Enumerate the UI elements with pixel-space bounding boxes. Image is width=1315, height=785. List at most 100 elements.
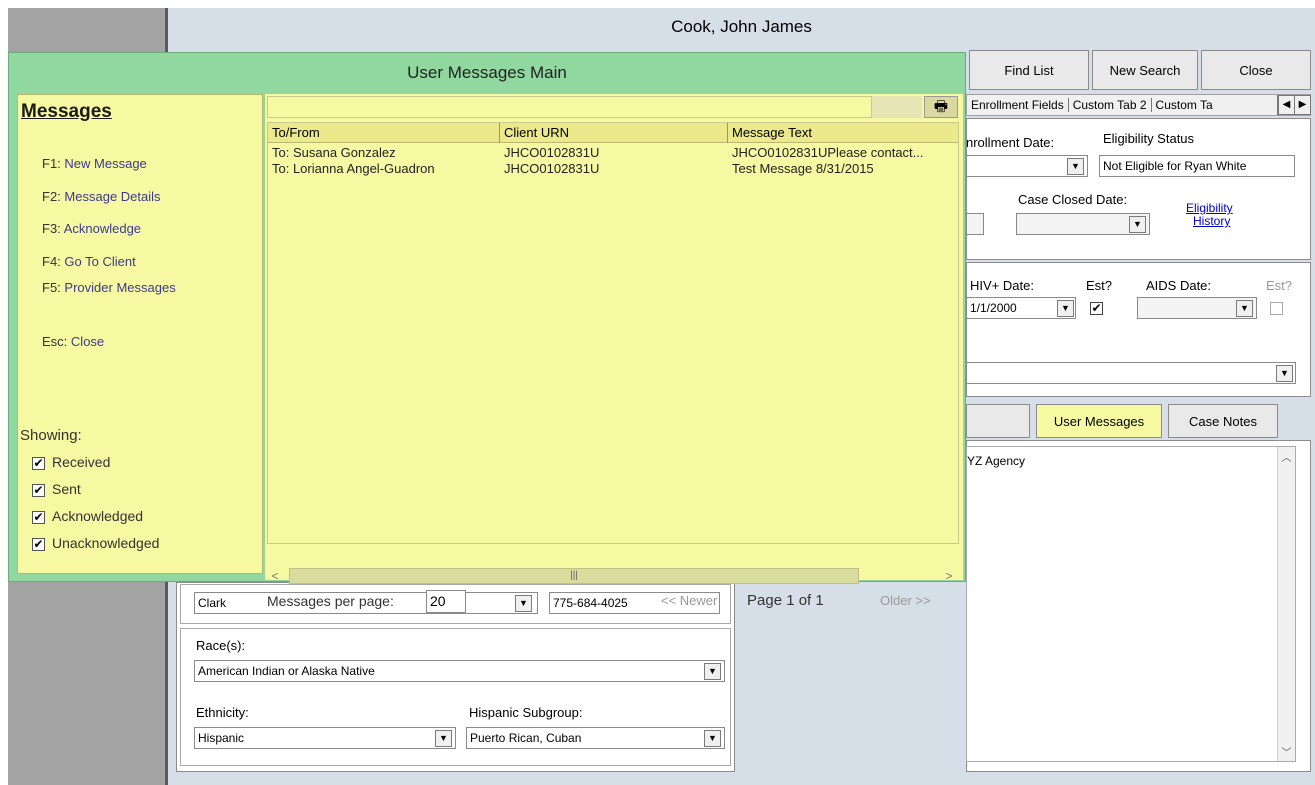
filter-unacknowledged-label: Unacknowledged — [52, 535, 160, 551]
tab-right-arrow-icon[interactable]: ▶ — [1294, 96, 1310, 114]
menu-label-message-details: Message Details — [64, 189, 161, 204]
tab-custom-tab-2[interactable]: Custom Tab 2 — [1068, 98, 1152, 112]
notes-tab-blank[interactable] — [966, 404, 1030, 438]
print-button[interactable]: 🖶 — [924, 96, 958, 118]
menu-new-message[interactable]: F1: New Message — [42, 156, 147, 171]
scroll-thumb[interactable]: ||| — [289, 568, 859, 584]
older-link[interactable]: Older >> — [880, 593, 931, 608]
ethnicity-field[interactable]: Hispanic — [194, 727, 456, 749]
messages-menu-pane: Messages F1: New Message F2: Message Det… — [17, 94, 263, 574]
menu-acknowledge[interactable]: F3: Acknowledge — [42, 221, 141, 236]
menu-key-f1: F1: — [42, 156, 61, 171]
menu-close[interactable]: Esc: Close — [42, 334, 104, 349]
scroll-right-icon[interactable]: > — [941, 568, 957, 584]
hiv-est-checkbox[interactable]: ✔ — [1090, 302, 1103, 315]
menu-key-f3: F3: — [42, 221, 61, 236]
notes-scrollbar[interactable]: ︿ ﹀ — [1277, 447, 1295, 761]
filter-acknowledged-label: Acknowledged — [52, 508, 144, 524]
case-closed-date-dropdown-icon[interactable]: ▼ — [1129, 216, 1146, 233]
menu-go-to-client[interactable]: F4: Go To Client — [42, 254, 136, 269]
hiv-date-dropdown-icon[interactable]: ▼ — [1057, 300, 1074, 317]
hiv-extra-dropdown-field[interactable] — [966, 362, 1296, 384]
scroll-up-icon[interactable]: ︿ — [1278, 449, 1295, 464]
filter-received-label: Received — [52, 454, 111, 470]
hiv-date-label: HIV+ Date: — [970, 278, 1034, 293]
messages-per-page-label: Messages per page: — [267, 593, 394, 609]
find-list-button[interactable]: Find List — [969, 50, 1089, 90]
race-field[interactable]: American Indian or Alaska Native — [194, 660, 725, 682]
menu-label-close: Close — [70, 334, 105, 349]
hispanic-subgroup-field[interactable]: Puerto Rican, Cuban — [466, 727, 725, 749]
ethnicity-dropdown-icon[interactable]: ▼ — [435, 730, 452, 747]
hiv-extra-dropdown-icon[interactable]: ▼ — [1276, 365, 1293, 382]
filter-acknowledged-checkbox[interactable]: ✔ — [32, 511, 45, 524]
menu-message-details[interactable]: F2: Message Details — [42, 189, 161, 204]
column-header-client-urn[interactable]: Client URN — [500, 123, 728, 143]
aids-est-label: Est? — [1266, 278, 1293, 293]
printer-icon: 🖶 — [933, 98, 949, 115]
cell-to-from: To: Susana Gonzalez — [272, 145, 396, 160]
hispanic-subgroup-label: Hispanic Subgroup: — [469, 705, 583, 720]
scroll-down-icon[interactable]: ﹀ — [1278, 744, 1295, 759]
menu-label-new-message: New Message — [64, 156, 147, 171]
eligibility-status-label: Eligibility Status — [1103, 131, 1195, 146]
cell-client-urn: JHCO0102831U — [504, 145, 600, 160]
hiv-est-label: Est? — [1086, 278, 1113, 293]
table-row[interactable]: To: Lorianna Angel-Guadron JHCO0102831U … — [268, 161, 958, 177]
menu-provider-messages[interactable]: F5: Provider Messages — [42, 280, 176, 295]
tab-user-messages[interactable]: User Messages — [1036, 404, 1162, 438]
column-header-to-from[interactable]: To/From — [268, 123, 500, 143]
close-button[interactable]: Close — [1201, 50, 1311, 90]
search-spacer — [872, 96, 922, 118]
race-label: Race(s): — [196, 638, 246, 653]
menu-key-f4: F4: — [42, 254, 61, 269]
menu-label-go-to-client: Go To Client — [64, 254, 136, 269]
aids-est-checkbox[interactable] — [1270, 302, 1283, 315]
menu-label-acknowledge: Acknowledge — [63, 221, 142, 236]
new-search-button[interactable]: New Search — [1092, 50, 1198, 90]
ethnicity-label: Ethnicity: — [196, 705, 249, 720]
search-input[interactable] — [267, 96, 872, 118]
eligibility-history-link-line2[interactable]: History — [1193, 214, 1230, 228]
pager: Messages per page: 20 << Newer Page 1 of… — [267, 587, 959, 615]
cell-to-from: To: Lorianna Angel-Guadron — [272, 161, 435, 176]
aids-date-dropdown-icon[interactable]: ▼ — [1236, 300, 1253, 317]
filter-unacknowledged-checkbox[interactable]: ✔ — [32, 538, 45, 551]
race-dropdown-icon[interactable]: ▼ — [704, 663, 721, 680]
grid-header: To/From Client URN Message Text — [268, 123, 958, 143]
grid-horizontal-scrollbar[interactable]: < ||| > — [267, 566, 959, 586]
enrollment-date-dropdown-icon[interactable]: ▼ — [1067, 158, 1084, 175]
eligibility-status-field[interactable]: Not Eligible for Ryan White — [1099, 155, 1295, 177]
table-row[interactable]: To: Susana Gonzalez JHCO0102831U JHCO010… — [268, 145, 958, 161]
newer-link[interactable]: << Newer — [661, 593, 717, 608]
tab-left-arrow-icon[interactable]: ◀ — [1278, 96, 1294, 114]
eligibility-history-link-line1[interactable]: Eligibility — [1186, 201, 1233, 215]
partial-field[interactable] — [966, 213, 984, 235]
tab-enrollment-fields[interactable]: Enrollment Fields — [967, 98, 1069, 112]
column-header-message-text[interactable]: Message Text — [728, 123, 958, 143]
messages-heading: Messages — [21, 101, 112, 122]
tab-case-notes[interactable]: Case Notes — [1168, 404, 1278, 438]
tab-scroll-arrows: ◀ ▶ — [1277, 95, 1311, 115]
tab-custom-tab-3[interactable]: Custom Ta — [1152, 98, 1217, 112]
filter-sent-label: Sent — [52, 481, 81, 497]
menu-key-f5: F5: — [42, 280, 61, 295]
scroll-left-icon[interactable]: < — [267, 568, 283, 584]
notes-text: YZ Agency — [967, 454, 1026, 468]
cell-client-urn: JHCO0102831U — [504, 161, 600, 176]
cell-message-text: Test Message 8/31/2015 — [732, 161, 874, 176]
filter-sent-checkbox[interactable]: ✔ — [32, 484, 45, 497]
aids-date-label: AIDS Date: — [1146, 278, 1212, 293]
user-messages-dialog: User Messages Main Messages F1: New Mess… — [8, 52, 966, 613]
notes-textarea[interactable]: YZ Agency ︿ ﹀ — [966, 446, 1296, 762]
filter-received-checkbox[interactable]: ✔ — [32, 457, 45, 470]
dialog-title: User Messages Main — [407, 63, 567, 82]
menu-label-provider-messages: Provider Messages — [64, 280, 176, 295]
tab-strip: Enrollment Fields Custom Tab 2 Custom Ta — [966, 94, 1311, 116]
page-indicator: Page 1 of 1 — [747, 592, 824, 609]
messages-per-page-input[interactable]: 20 — [426, 590, 466, 613]
messages-list-pane: 🖶 To/From Client URN Message Text To: Su… — [265, 94, 963, 613]
hispanic-subgroup-dropdown-icon[interactable]: ▼ — [704, 730, 721, 747]
client-name-title: Cook, John James — [168, 8, 1315, 46]
enrollment-date-label: nrollment Date: — [966, 135, 1055, 150]
